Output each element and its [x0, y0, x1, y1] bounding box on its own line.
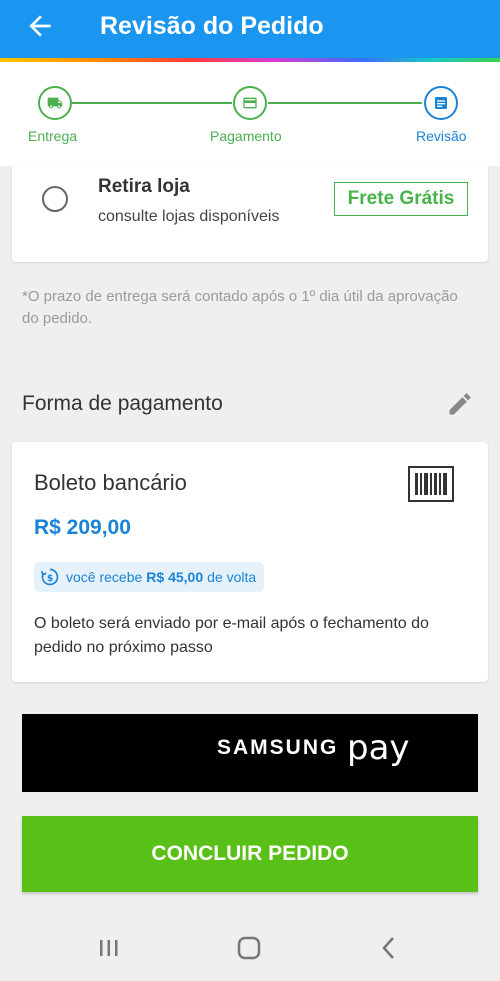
home-icon[interactable] — [234, 934, 264, 962]
payment-section-title: Forma de pagamento — [22, 392, 223, 415]
retira-loja-radio[interactable] — [42, 186, 68, 212]
delivery-option-title: Retira loja — [98, 176, 190, 197]
step-label-entrega: Entrega — [28, 128, 78, 144]
cashback-prefix: você recebe — [66, 569, 143, 585]
delivery-option-card: Retira loja consulte lojas disponíveis F… — [12, 166, 488, 262]
svg-text:$: $ — [47, 573, 53, 584]
app-bar: Revisão do Pedido — [0, 0, 500, 58]
payment-card: Boleto bancário R$ 209,00 $ você recebe … — [12, 442, 488, 682]
recent-apps-icon[interactable] — [94, 934, 124, 962]
delivery-note: *O prazo de entrega será contado após o … — [22, 288, 458, 327]
step-entrega[interactable] — [38, 86, 72, 120]
step-label-revisao: Revisão — [416, 128, 467, 144]
page-title: Revisão do Pedido — [100, 12, 324, 40]
samsung-logo-text: SAMSUNG — [217, 736, 339, 759]
edit-pencil-icon[interactable] — [446, 390, 474, 418]
free-shipping-badge: Frete Grátis — [334, 182, 468, 216]
list-icon — [435, 97, 447, 109]
order-price: R$ 209,00 — [34, 516, 131, 539]
samsung-pay-button[interactable]: SAMSUNG pay — [22, 714, 478, 792]
cashback-suffix: de volta — [207, 569, 257, 585]
checkout-stepper: Entrega Pagamento Revisão — [0, 62, 500, 166]
step-connector — [72, 102, 232, 104]
back-arrow-icon[interactable] — [24, 10, 56, 42]
barcode-icon — [408, 466, 454, 502]
system-nav-bar — [0, 912, 500, 981]
pay-logo-text: pay — [347, 728, 410, 768]
back-nav-icon[interactable] — [374, 934, 404, 962]
payment-method-name: Boleto bancário — [34, 470, 187, 495]
confirm-order-button[interactable]: CONCLUIR PEDIDO — [22, 816, 478, 892]
cashback-icon: $ — [40, 568, 59, 586]
store-list-link[interactable]: consulte lojas disponíveis — [98, 208, 279, 226]
step-connector — [268, 102, 422, 104]
cashback-badge: $ você recebe R$ 45,00 de volta — [34, 562, 265, 592]
step-pagamento[interactable] — [233, 86, 267, 120]
truck-icon — [47, 97, 63, 109]
credit-card-icon — [243, 97, 257, 109]
boleto-info-text: O boleto será enviado por e-mail após o … — [34, 615, 429, 656]
cashback-amount: R$ 45,00 — [146, 569, 204, 585]
step-revisao[interactable] — [424, 86, 458, 120]
step-label-pagamento: Pagamento — [210, 128, 282, 144]
